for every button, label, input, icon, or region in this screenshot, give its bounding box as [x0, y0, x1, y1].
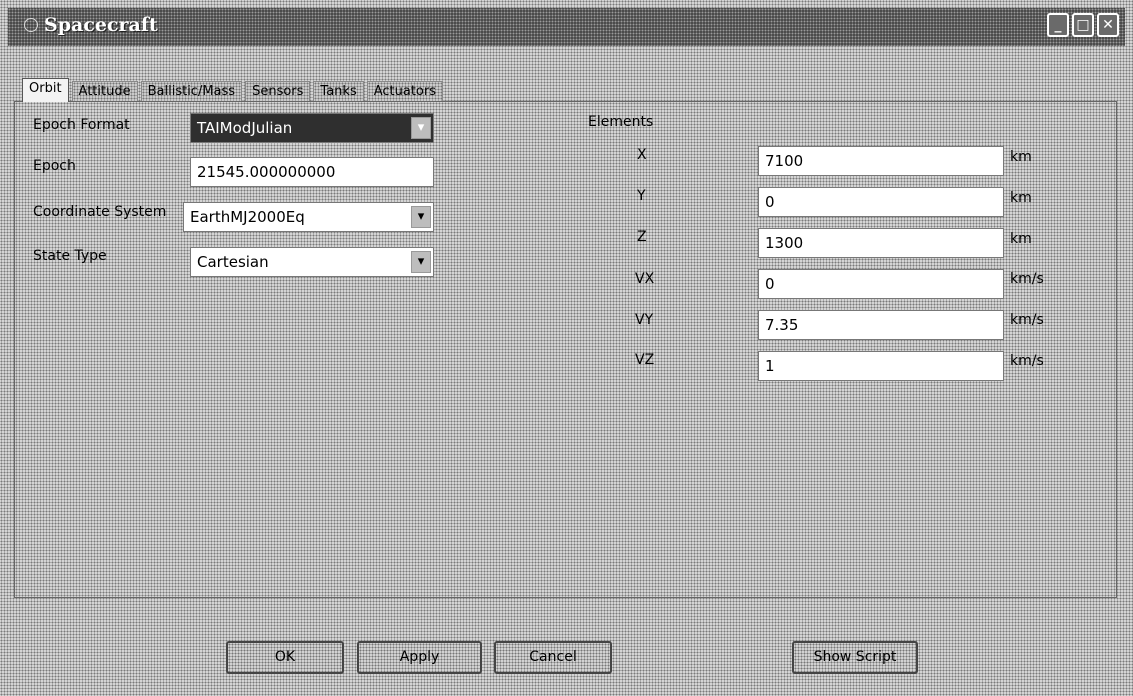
chevron-down-icon[interactable]: ▾ [411, 251, 431, 273]
epoch-format-label: Epoch Format [33, 117, 130, 133]
element-unit: km [1010, 190, 1032, 206]
maximize-icon[interactable]: □ [1072, 13, 1094, 37]
element-unit: km [1010, 149, 1032, 165]
element-y-input[interactable]: 0 [758, 187, 1004, 217]
element-vz-input[interactable]: 1 [758, 351, 1004, 381]
coordinate-system-value: EarthMJ2000Eq [190, 208, 305, 226]
element-x-input[interactable]: 7100 [758, 146, 1004, 176]
element-name: VY [635, 312, 654, 328]
epoch-label: Epoch [33, 158, 76, 174]
element-name: VZ [635, 352, 655, 368]
state-type-label: State Type [33, 248, 107, 264]
element-vy-input[interactable]: 7.35 [758, 310, 1004, 340]
element-unit: km [1010, 231, 1032, 247]
coordinate-system-select[interactable]: EarthMJ2000Eq ▾ [183, 202, 434, 232]
tab-actuators[interactable]: Actuators [366, 81, 444, 102]
minimize-icon[interactable]: _ [1047, 13, 1069, 37]
element-z-input[interactable]: 1300 [758, 228, 1004, 258]
coordinate-system-label: Coordinate System [33, 204, 167, 220]
epoch-input[interactable]: 21545.000000000 [190, 157, 434, 187]
state-type-select[interactable]: Cartesian ▾ [190, 247, 434, 277]
element-name: VX [635, 271, 655, 287]
close-icon[interactable]: ✕ [1097, 13, 1119, 37]
tab-orbit[interactable]: Orbit [22, 78, 69, 102]
element-unit: km/s [1010, 312, 1044, 328]
element-name: X [637, 147, 647, 163]
epoch-format-select[interactable]: TAIModJulian ▾ [190, 113, 434, 143]
tab-attitude[interactable]: Attitude [71, 81, 138, 102]
tab-tanks[interactable]: Tanks [313, 81, 364, 102]
element-unit: km/s [1010, 353, 1044, 369]
element-name: Y [637, 188, 646, 204]
window-title: Spacecraft [44, 14, 158, 36]
elements-group-label: Elements [588, 114, 654, 130]
show-script-button[interactable]: Show Script [792, 641, 918, 674]
cancel-button[interactable]: Cancel [494, 641, 612, 674]
apply-button[interactable]: Apply [357, 641, 482, 674]
tab-sensors[interactable]: Sensors [245, 81, 311, 102]
state-type-value: Cartesian [197, 253, 269, 271]
title-bar: Spacecraft _ □ ✕ [8, 8, 1125, 46]
tab-strip: Orbit Attitude Ballistic/Mass Sensors Ta… [22, 78, 446, 102]
ok-button[interactable]: OK [226, 641, 344, 674]
app-icon [24, 18, 38, 32]
epoch-format-value: TAIModJulian [197, 119, 293, 137]
window-controls: _ □ ✕ [1047, 13, 1119, 37]
chevron-down-icon[interactable]: ▾ [411, 117, 431, 139]
tab-ballistic-mass[interactable]: Ballistic/Mass [140, 81, 243, 102]
element-name: Z [637, 229, 647, 245]
element-unit: km/s [1010, 271, 1044, 287]
element-vx-input[interactable]: 0 [758, 269, 1004, 299]
chevron-down-icon[interactable]: ▾ [411, 206, 431, 228]
